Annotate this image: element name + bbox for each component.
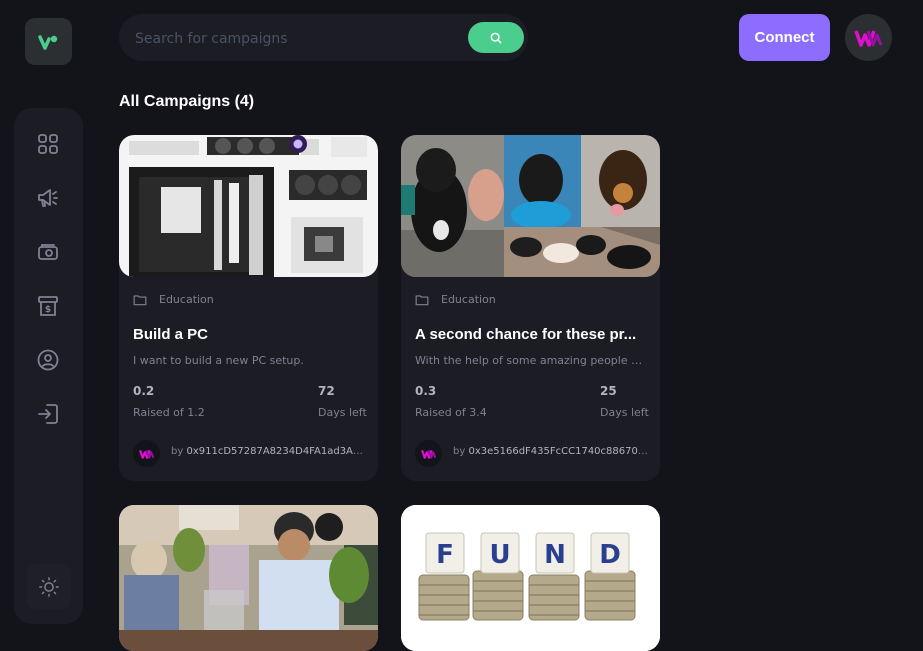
fund-letter: F bbox=[436, 540, 454, 570]
sun-icon bbox=[38, 576, 59, 597]
campaign-card[interactable]: Education A second chance for these pr..… bbox=[401, 135, 660, 481]
raised-label: Raised of 1.2 bbox=[133, 406, 205, 419]
category-label: Education bbox=[441, 293, 496, 306]
app-logo[interactable] bbox=[25, 18, 72, 65]
sidebar-item-payment[interactable] bbox=[33, 237, 63, 267]
sidebar: $ bbox=[14, 108, 83, 624]
profile-avatar[interactable] bbox=[845, 14, 892, 61]
search-icon bbox=[490, 32, 502, 43]
owner-address: by 0x3e5166dF435FcCC1740c886709... bbox=[453, 446, 649, 457]
campaign-image bbox=[401, 135, 660, 277]
campaign-description: With the help of some amazing people we.… bbox=[415, 354, 647, 367]
days-left-value: 25 bbox=[600, 384, 617, 398]
page-title: All Campaigns (4) bbox=[119, 93, 255, 110]
theme-toggle-button[interactable] bbox=[26, 564, 71, 609]
campaign-image: F U N D bbox=[401, 505, 660, 651]
sidebar-item-logout[interactable] bbox=[33, 399, 63, 429]
fund-letter: U bbox=[489, 540, 510, 570]
sidebar-item-withdraw[interactable]: $ bbox=[33, 291, 63, 321]
svg-text:$: $ bbox=[45, 305, 51, 315]
fund-letter: N bbox=[544, 540, 566, 570]
campaign-card[interactable]: Education Build a PC I want to build a n… bbox=[119, 135, 378, 481]
sidebar-item-profile[interactable] bbox=[33, 345, 63, 375]
owner-avatar bbox=[415, 440, 442, 467]
campaign-description: I want to build a new PC setup. bbox=[133, 354, 304, 367]
w-logo-icon bbox=[420, 449, 436, 459]
campaign-title: A second chance for these pr... bbox=[415, 326, 637, 343]
campaign-image bbox=[119, 505, 378, 651]
owner-avatar bbox=[133, 440, 160, 467]
campaign-icon bbox=[38, 189, 58, 207]
campaign-card[interactable] bbox=[119, 505, 378, 651]
days-left-value: 72 bbox=[318, 384, 335, 398]
logout-icon bbox=[38, 404, 58, 424]
folder-icon bbox=[415, 294, 429, 305]
w-logo-icon bbox=[853, 29, 882, 47]
raised-label: Raised of 3.4 bbox=[415, 406, 487, 419]
payment-icon bbox=[38, 244, 58, 260]
raised-amount: 0.2 bbox=[133, 384, 155, 398]
sidebar-item-dashboard[interactable] bbox=[33, 129, 63, 159]
campaign-image bbox=[119, 135, 378, 277]
campaign-card[interactable]: F U N D bbox=[401, 505, 660, 651]
profile-icon bbox=[37, 349, 59, 371]
search-button[interactable] bbox=[468, 22, 524, 53]
fund-letter: D bbox=[599, 540, 621, 570]
days-left-label: Days left bbox=[318, 406, 367, 419]
v-logo-icon bbox=[37, 34, 57, 50]
sidebar-item-campaign[interactable] bbox=[33, 183, 63, 213]
raised-amount: 0.3 bbox=[415, 384, 437, 398]
search-bar bbox=[119, 14, 528, 63]
category-label: Education bbox=[159, 293, 214, 306]
campaign-title: Build a PC bbox=[133, 326, 209, 343]
days-left-label: Days left bbox=[600, 406, 649, 419]
dashboard-icon bbox=[38, 134, 58, 154]
connect-button[interactable]: Connect bbox=[739, 14, 830, 61]
folder-icon bbox=[133, 294, 147, 305]
search-input[interactable] bbox=[133, 14, 457, 63]
owner-address: by 0x911cD57287A8234D4FA1ad3A12... bbox=[171, 446, 367, 457]
w-logo-icon bbox=[138, 449, 154, 459]
withdraw-icon: $ bbox=[38, 296, 58, 316]
